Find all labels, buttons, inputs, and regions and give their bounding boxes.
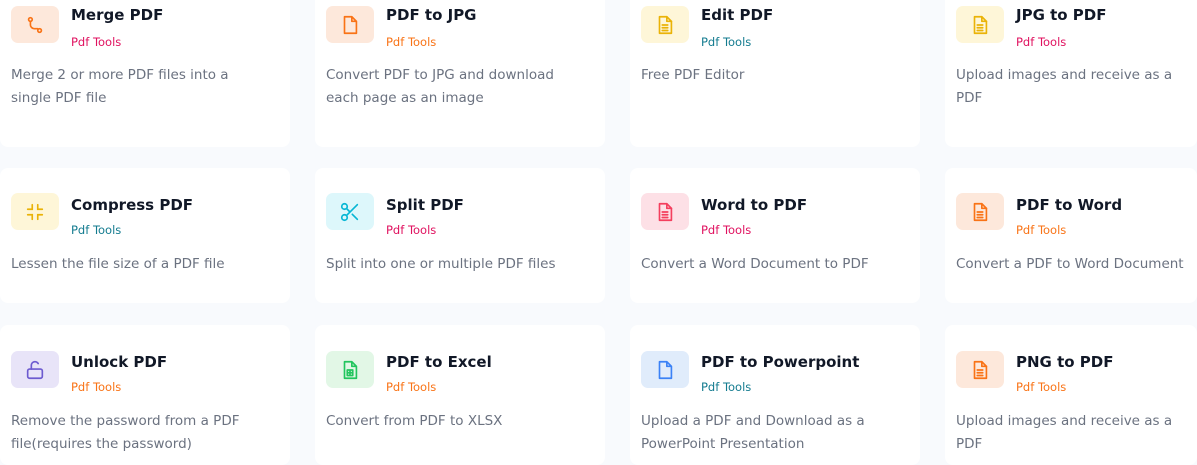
tool-card-unlock[interactable]: Unlock PDF Pdf Tools Remove the password f… [0, 325, 290, 465]
tool-category: Pdf Tools [71, 380, 122, 394]
tool-category: Pdf Tools [1016, 35, 1067, 49]
tool-description: Convert a Word Document to PDF [641, 256, 869, 272]
tool-category: Pdf Tools [71, 35, 122, 49]
tool-card-merge[interactable]: Merge PDF Pdf Tools Merge 2 or more PDF fi… [0, 0, 290, 147]
tools-grid: Merge PDF Pdf Tools Merge 2 or more PDF fi… [0, 0, 1197, 465]
tool-card-compress[interactable]: Compress PDF Pdf Tools Lessen the file siz… [0, 168, 290, 303]
merge-icon [11, 6, 59, 43]
tool-title[interactable]: PDF to Powerpoint [701, 353, 859, 371]
document-icon [641, 193, 689, 230]
document-icon [641, 6, 689, 43]
compress-icon [11, 193, 59, 230]
tool-card-pdf-to-jpg[interactable]: PDF to JPG Pdf Tools Convert PDF to JPG an… [315, 0, 605, 147]
document-icon [956, 6, 1004, 43]
tool-card-split[interactable]: Split PDF Pdf Tools Split into one or mult… [315, 168, 605, 303]
tool-description: Merge 2 or more PDF files into a single … [11, 67, 229, 106]
tool-title[interactable]: PDF to JPG [386, 6, 477, 24]
tool-title[interactable]: PDF to Word [1016, 196, 1122, 214]
tool-card-pdf-to-powerpoint[interactable]: PDF to Powerpoint Pdf Tools Upload a PDF a… [630, 325, 920, 465]
tool-title[interactable]: JPG to PDF [1016, 6, 1107, 24]
tool-description: Upload images and receive as a PDF [956, 67, 1173, 106]
tool-card-png-to-pdf[interactable]: PNG to PDF Pdf Tools Upload images and rec… [945, 325, 1197, 465]
scissors-icon [326, 193, 374, 230]
spreadsheet-icon [326, 351, 374, 388]
tool-title[interactable]: Edit PDF [701, 6, 773, 24]
tool-description: Convert from PDF to XLSX [326, 413, 503, 429]
tool-category: Pdf Tools [1016, 223, 1067, 237]
tool-title[interactable]: Split PDF [386, 196, 464, 214]
tool-title[interactable]: PNG to PDF [1016, 353, 1113, 371]
document-icon [956, 351, 1004, 388]
tool-category: Pdf Tools [701, 380, 752, 394]
unlock-icon [11, 351, 59, 388]
tool-title[interactable]: Unlock PDF [71, 353, 167, 371]
tool-card-jpg-to-pdf[interactable]: JPG to PDF Pdf Tools Upload images and rec… [945, 0, 1197, 147]
file-icon [326, 6, 374, 43]
file-icon [641, 351, 689, 388]
tool-card-pdf-to-excel[interactable]: PDF to Excel Pdf Tools Convert from PDF to… [315, 325, 605, 465]
tool-category: Pdf Tools [701, 223, 752, 237]
tool-description: Remove the password from a PDF file(requ… [11, 413, 240, 452]
tool-description: Split into one or multiple PDF files [326, 256, 556, 272]
tool-title[interactable]: Compress PDF [71, 196, 193, 214]
tool-title[interactable]: Word to PDF [701, 196, 807, 214]
tool-category: Pdf Tools [386, 223, 437, 237]
tool-title[interactable]: PDF to Excel [386, 353, 492, 371]
tool-category: Pdf Tools [701, 35, 752, 49]
tool-title[interactable]: Merge PDF [71, 6, 163, 24]
tool-category: Pdf Tools [386, 35, 437, 49]
tool-description: Lessen the file size of a PDF file [11, 256, 225, 272]
tool-description: Convert PDF to JPG and download each pag… [326, 67, 554, 106]
tool-description: Upload a PDF and Download as a PowerPoin… [641, 413, 865, 452]
tool-category: Pdf Tools [1016, 380, 1067, 394]
tool-category: Pdf Tools [71, 223, 122, 237]
tool-description: Free PDF Editor [641, 67, 745, 83]
tool-card-edit-pdf[interactable]: Edit PDF Pdf Tools Free PDF Editor [630, 0, 920, 147]
tool-description: Upload images and receive as a PDF [956, 413, 1173, 452]
tool-card-word-to-pdf[interactable]: Word to PDF Pdf Tools Convert a Word Docum… [630, 168, 920, 303]
tool-category: Pdf Tools [386, 380, 437, 394]
document-icon [956, 193, 1004, 230]
tool-description: Convert a PDF to Word Document [956, 256, 1184, 272]
tool-card-pdf-to-word[interactable]: PDF to Word Pdf Tools Convert a PDF to Wor… [945, 168, 1197, 303]
